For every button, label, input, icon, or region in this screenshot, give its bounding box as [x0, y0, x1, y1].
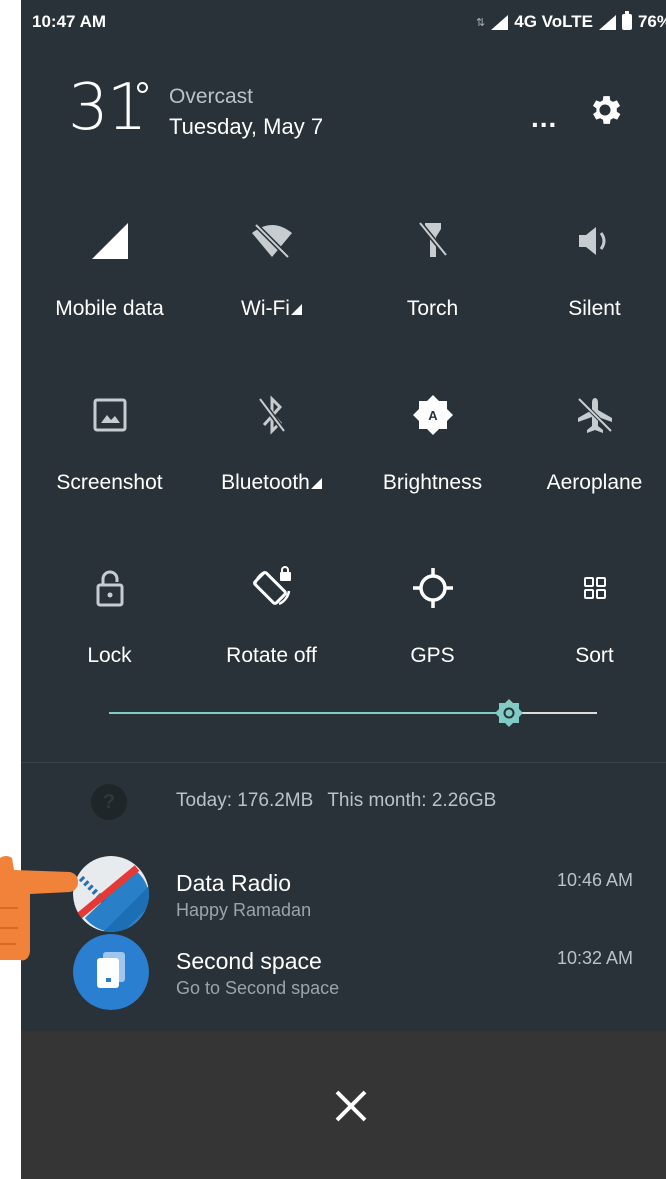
- status-icons: ⇅ 4G VoLTE 76%: [476, 11, 666, 32]
- signal-icon: [86, 217, 134, 265]
- notification-time: 10:32 AM: [557, 948, 634, 968]
- speaker-icon: [571, 217, 619, 265]
- battery-icon: [621, 11, 632, 30]
- notification-subtitle: Happy Ramadan: [176, 900, 312, 920]
- tile-label: Lock: [87, 644, 132, 667]
- svg-text:A: A: [428, 408, 438, 423]
- settings-gear-icon[interactable]: [583, 88, 627, 132]
- brightness-slider[interactable]: [109, 699, 597, 727]
- torch-off-icon: [409, 217, 457, 265]
- tile-bluetooth[interactable]: Bluetooth: [191, 374, 352, 524]
- brightness-auto-icon: A: [409, 391, 457, 439]
- data-usage-today: Today: 176.2MB: [176, 790, 314, 811]
- tile-aeroplane[interactable]: Aeroplane: [514, 374, 666, 524]
- degree-icon: [137, 82, 148, 93]
- signal-strength-icon: [491, 14, 509, 30]
- notification-second-space[interactable]: Second space Go to Second space 10:32 AM: [21, 934, 666, 1012]
- tile-torch[interactable]: Torch: [352, 200, 513, 350]
- data-usage-month: This month: 2.26GB: [327, 790, 497, 811]
- weather-condition: Overcast: [169, 85, 254, 108]
- rotate-lock-icon: [248, 564, 296, 612]
- tile-label: GPS: [410, 644, 455, 667]
- tile-label: Wi-Fi: [241, 297, 290, 320]
- tile-label: Sort: [575, 644, 614, 667]
- close-icon[interactable]: [330, 1085, 372, 1127]
- pointing-hand-icon: [0, 848, 90, 968]
- status-bar: 10:47 AM ⇅ 4G VoLTE 76%: [21, 0, 666, 44]
- expand-caret-icon: [290, 304, 302, 315]
- notification-subtitle: Go to Second space: [176, 978, 340, 998]
- network-type: 4G VoLTE: [514, 12, 593, 31]
- data-usage-text: Today: 176.2MB This month: 2.26GB: [176, 790, 496, 812]
- tile-label: Rotate off: [226, 644, 317, 667]
- tile-label: Aeroplane: [546, 471, 643, 494]
- divider: [21, 762, 666, 763]
- tile-gps[interactable]: GPS: [352, 547, 513, 697]
- bottom-bar: [21, 1031, 666, 1179]
- weather-header[interactable]: 31 Overcast Tuesday, May 7 ...: [21, 60, 666, 170]
- lock-icon: [86, 564, 134, 612]
- data-usage-icon: ?: [91, 784, 127, 820]
- tile-label: Brightness: [382, 471, 483, 494]
- notification-data-radio[interactable]: Data Radio Happy Ramadan 10:46 AM: [21, 856, 666, 934]
- status-time: 10:47 AM: [32, 12, 107, 31]
- notification-title: Data Radio: [176, 870, 292, 896]
- tile-label: Silent: [568, 297, 621, 320]
- more-options-button[interactable]: ...: [531, 104, 557, 132]
- tile-screenshot[interactable]: Screenshot: [29, 374, 190, 524]
- data-usage-row[interactable]: ? Today: 176.2MB This month: 2.26GB: [21, 770, 666, 830]
- brightness-slider-thumb[interactable]: [494, 698, 524, 728]
- tile-mobile-data[interactable]: Mobile data: [29, 200, 190, 350]
- notification-title: Second space: [176, 948, 322, 974]
- tile-silent[interactable]: Silent: [514, 200, 666, 350]
- screenshot-icon: [86, 391, 134, 439]
- battery-percent: 76%: [637, 12, 666, 31]
- tile-label: Bluetooth: [221, 471, 310, 494]
- brightness-slider-fill: [109, 712, 510, 714]
- tile-brightness[interactable]: A Brightness: [352, 374, 513, 524]
- notification-shade: 10:47 AM ⇅ 4G VoLTE 76% 31 Overcast Tues…: [21, 0, 666, 1179]
- tile-wifi[interactable]: Wi-Fi: [191, 200, 352, 350]
- tile-rotate[interactable]: Rotate off: [191, 547, 352, 697]
- notification-time: 10:46 AM: [557, 870, 634, 890]
- gps-icon: [409, 564, 457, 612]
- tile-label: Screenshot: [56, 471, 163, 494]
- tile-sort[interactable]: Sort: [514, 547, 666, 697]
- grid-icon: [571, 564, 619, 612]
- airplane-icon: [571, 391, 619, 439]
- tile-label: Mobile data: [55, 297, 164, 320]
- temperature: 31: [68, 71, 147, 145]
- wifi-off-icon: [248, 217, 296, 265]
- tile-label: Torch: [406, 297, 459, 320]
- expand-caret-icon: [310, 478, 322, 489]
- signal-strength-icon-2: [598, 14, 616, 30]
- network-activity-icon: ⇅: [476, 16, 486, 29]
- date-label: Tuesday, May 7: [169, 114, 324, 139]
- bluetooth-off-icon: [248, 391, 296, 439]
- tile-lock[interactable]: Lock: [29, 547, 190, 697]
